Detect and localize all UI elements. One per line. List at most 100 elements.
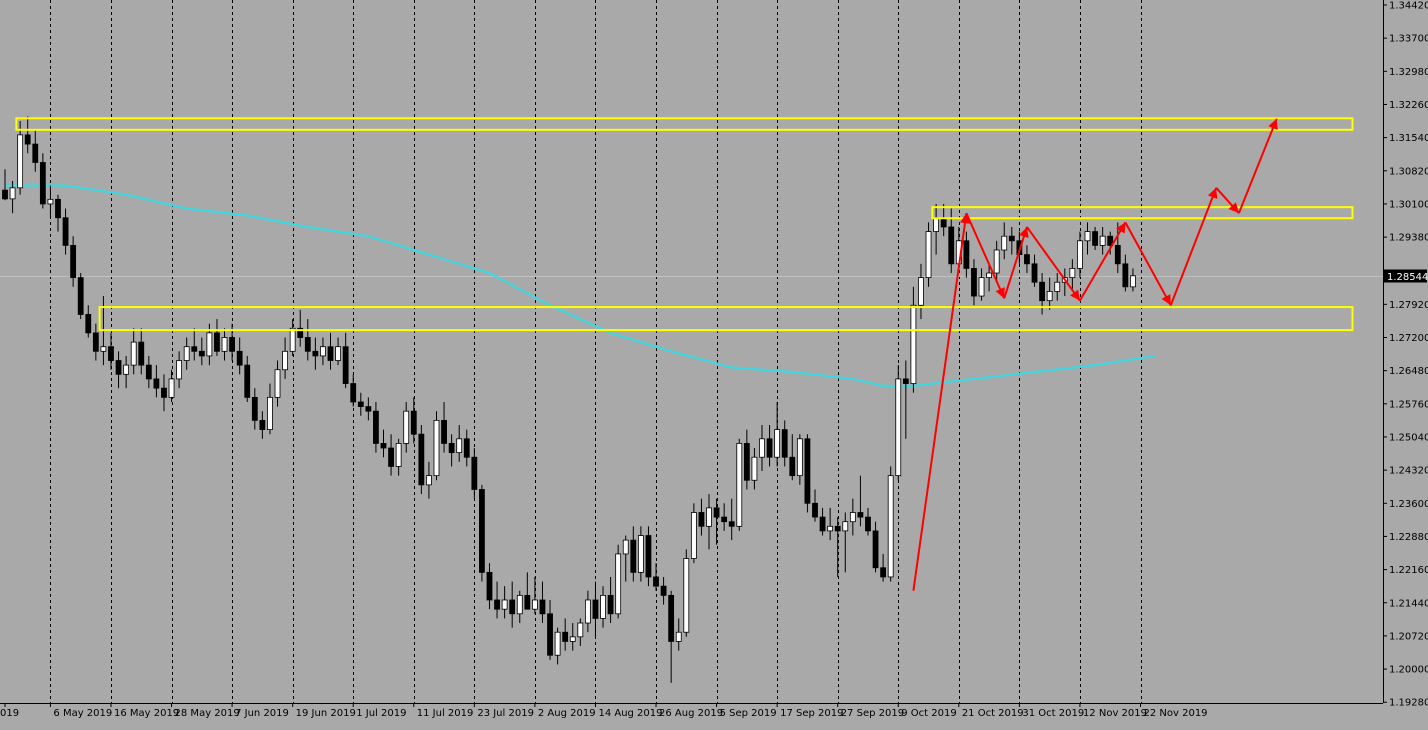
candle-body-bear	[229, 337, 236, 352]
candle-body-bull	[532, 599, 538, 610]
candle-body-bull	[554, 631, 561, 656]
candle-body-bear	[509, 599, 516, 615]
candle-body-bear	[547, 613, 553, 656]
candle	[433, 411, 440, 481]
candle-body-bear	[342, 346, 349, 384]
candle	[887, 466, 894, 582]
candle-body-bull	[796, 438, 803, 477]
candle-body-bull	[267, 396, 273, 430]
price-tick-label: 1.32980	[1389, 67, 1428, 78]
candle-body-bull	[584, 599, 591, 624]
candle-body-bull	[289, 327, 296, 352]
price-tick-label: 1.33700	[1389, 34, 1428, 45]
candle-body-bear	[388, 447, 394, 467]
candle-body-bear	[161, 387, 167, 398]
candle-body-bull	[925, 231, 932, 279]
candle-body-bull	[320, 346, 326, 357]
candle-body-bear	[312, 350, 319, 357]
candle-body-bear	[872, 530, 879, 569]
time-tick-label: 23 Jul 2019	[477, 708, 534, 719]
candle-body-bear	[463, 438, 470, 458]
candle-body-bear	[668, 594, 675, 642]
price-tick-label: 1.27200	[1389, 333, 1428, 344]
candle	[804, 434, 811, 513]
candle-body-bear	[153, 378, 160, 389]
price-tick-label: 1.31540	[1389, 133, 1428, 144]
time-tick-label: 28 May 2019	[175, 708, 240, 719]
candle-body-bear	[1122, 263, 1129, 288]
candle-body-bull	[403, 410, 410, 444]
candle-body-bear	[1039, 281, 1045, 302]
candle-body-bear	[62, 217, 69, 246]
price-tick-label: 1.22880	[1389, 532, 1428, 543]
time-tick-label: 22 Nov 2019	[1144, 708, 1208, 719]
candle-body-bear	[562, 631, 569, 642]
candle-body-bear	[539, 599, 546, 615]
candle-body-bull	[395, 443, 402, 467]
candle-body-bear	[743, 443, 750, 481]
candle-body-bull	[849, 512, 856, 523]
candle-body-bull	[895, 378, 902, 477]
candle-body-bear	[410, 410, 417, 435]
price-tick-label: 1.29380	[1389, 233, 1428, 244]
candle-body-bull	[1077, 240, 1083, 269]
candle-body-bull	[17, 134, 24, 189]
candle-body-bull	[759, 438, 765, 458]
candle-body-bear	[418, 433, 425, 486]
price-tick-label: 1.21440	[1389, 598, 1428, 609]
candle-body-bear	[55, 198, 61, 219]
candle-body-bear	[1031, 263, 1038, 283]
candle-body-bull	[577, 622, 584, 638]
candle-body-bear	[1114, 244, 1121, 265]
candle-body-bear	[214, 332, 220, 352]
candle-body-bear	[70, 244, 77, 279]
candle-body-bear	[380, 443, 387, 449]
candle-body-bear	[1024, 254, 1030, 265]
candle-body-bull	[1084, 231, 1091, 242]
candle-body-bear	[304, 337, 311, 352]
candle-body-bear	[471, 456, 478, 490]
candle-body-bull	[774, 429, 781, 458]
candle-body-bull	[221, 337, 228, 352]
candle	[479, 484, 485, 582]
candle-body-bear	[373, 410, 379, 444]
candle-body-bear	[902, 378, 909, 384]
price-chart[interactable]: 1.34420 1.33700 1.32980 1.32260 1.31540 1.308…	[0, 0, 1428, 726]
candle-body-bear	[365, 406, 372, 412]
candle-body-bear	[728, 521, 735, 527]
candle	[925, 222, 932, 287]
candle-body-bear	[259, 419, 266, 430]
time-tick-label: 26 Aug 2019	[659, 708, 723, 719]
candle-body-bull	[168, 378, 175, 398]
candle-body-bear	[766, 438, 773, 458]
candle-body-bear	[251, 396, 258, 421]
time-tick-label: 1 Jul 2019	[356, 708, 406, 719]
candle-body-bear	[441, 419, 447, 444]
candle-body-bear	[963, 240, 970, 269]
candle	[690, 503, 697, 564]
price-tick-label: 1.30100	[1389, 199, 1428, 210]
candle-body-bear	[698, 512, 705, 527]
candle-body-bear	[660, 585, 667, 596]
candle	[645, 526, 652, 587]
candle-body-bull	[1099, 235, 1106, 246]
candle-body-bull	[842, 521, 849, 532]
price-tick-label: 1.24320	[1389, 466, 1428, 477]
candle-body-bull	[918, 277, 924, 306]
candle-body-bull	[569, 636, 576, 642]
time-tick-label: 31 Oct 2019	[1022, 708, 1084, 719]
candle-body-bull	[100, 346, 107, 352]
candle-body-bull	[123, 364, 130, 375]
candle	[736, 438, 743, 531]
candle-body-bear	[865, 516, 871, 532]
candle-body-bear	[92, 332, 99, 352]
candle-body-bull	[9, 187, 16, 200]
candle-body-bear	[191, 346, 198, 352]
candle	[77, 273, 84, 320]
candle-body-bear	[812, 502, 818, 518]
candle-body-bear	[448, 443, 455, 454]
candle-body-bear	[479, 489, 485, 573]
time-tick-label: 19 Jun 2019	[296, 708, 356, 719]
time-tick-label: 12 Nov 2019	[1083, 708, 1147, 719]
candle-body-bull	[993, 249, 1000, 274]
